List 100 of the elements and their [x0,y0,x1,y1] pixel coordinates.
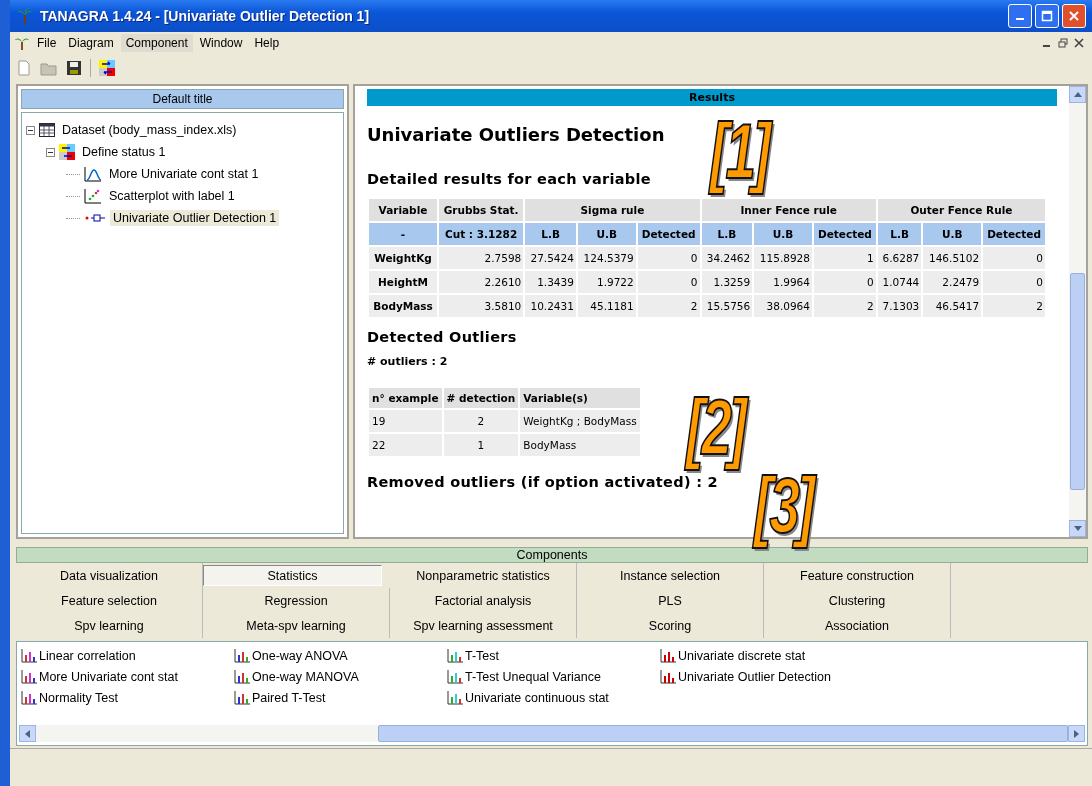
category-tab[interactable]: PLS [577,588,764,613]
chart-icon [234,690,250,705]
menu-item[interactable]: Help [249,34,285,52]
tree-item[interactable]: More Univariate cont stat 1 [106,166,262,182]
vertical-scrollbar[interactable] [1069,86,1086,537]
tool-entry[interactable]: Paired T-Test [252,690,326,705]
chart-icon [21,669,37,684]
table-cell: 2 [637,295,700,317]
column-header: Outer Fence Rule [877,199,1045,221]
chart-icon [21,648,37,663]
maximize-button[interactable] [1035,4,1059,28]
tool-entry[interactable]: Univariate Outlier Detection [678,669,831,684]
column-header: L.B [701,223,753,245]
close-button[interactable] [1062,4,1086,28]
category-tab[interactable]: Scoring [577,613,764,638]
collapse-icon[interactable] [26,125,35,135]
save-icon[interactable] [66,60,82,76]
column-header: Sigma rule [525,199,700,221]
tree-item[interactable]: Univariate Outlier Detection 1 [110,210,280,226]
table-cell: 1.3439 [525,271,576,293]
table-cell: 1.0744 [877,271,922,293]
menu-item[interactable]: Window [194,34,248,52]
scatter-plot-icon [84,188,102,204]
table-cell: WeightKg [369,247,437,269]
horizontal-scrollbar[interactable] [19,725,1085,742]
table-cell: 0 [637,271,700,293]
tree-item[interactable]: Dataset (body_mass_index.xls) [59,122,240,138]
table-cell: 0 [637,247,700,269]
collapse-icon[interactable] [46,147,55,157]
tool-entry[interactable]: One-way MANOVA [252,669,359,684]
column-header: U.B [754,223,812,245]
table-cell: 3.5810 [438,295,524,317]
column-header: n° example [369,388,442,408]
chart-icon [234,669,250,684]
column-header: Detected [813,223,876,245]
chart-icon [447,690,463,705]
results-header: Results [367,89,1057,106]
scroll-left-icon[interactable] [25,729,30,738]
category-tab[interactable]: Spv learning assessment [390,613,577,638]
column-header: L.B [877,223,922,245]
table-cell: 2.2479 [923,271,982,293]
table-cell: 2 [813,295,876,317]
tree-item[interactable]: Define status 1 [79,144,169,160]
category-tab[interactable]: Meta-spv learning [203,613,390,638]
tool-entry[interactable]: One-way ANOVA [252,648,348,663]
tool-entry[interactable]: Univariate continuous stat [465,690,609,705]
outlier-icon [84,213,106,223]
restore-icon[interactable] [1058,38,1068,48]
scroll-right-icon[interactable] [1074,729,1079,738]
tool-entry[interactable]: More Univariate cont stat [39,669,178,684]
diagram-icon[interactable] [99,60,115,76]
category-tab[interactable]: Statistics [203,565,382,586]
category-tab[interactable]: Factorial analysis [390,588,577,613]
chart-icon [21,690,37,705]
close-icon[interactable] [1074,38,1084,48]
category-tab[interactable]: Regression [203,588,390,613]
table-cell: 1 [443,434,519,456]
tool-entry[interactable]: T-Test Unequal Variance [465,669,601,684]
column-header: Detected [983,223,1045,245]
tool-entry[interactable]: T-Test [465,648,500,663]
column-header: Variable [369,199,437,221]
table-cell: 27.5424 [525,247,576,269]
table-cell: WeightKg ; BodyMass [520,410,640,432]
column-header: # detection [443,388,519,408]
table-cell: 1.9722 [577,271,636,293]
table-cell: 124.5379 [577,247,636,269]
scroll-down-icon[interactable] [1073,526,1082,531]
category-tab[interactable]: Association [764,613,951,638]
table-cell: HeightM [369,271,437,293]
minimize-button[interactable] [1008,4,1032,28]
tree-item[interactable]: Scatterplot with label 1 [106,188,238,204]
category-tab[interactable]: Feature construction [764,563,951,588]
category-tab[interactable]: Feature selection [16,588,203,613]
column-header: L.B [525,223,576,245]
column-header: Inner Fence rule [701,199,876,221]
table-cell: 7.1303 [877,295,922,317]
menu-item[interactable]: Component [120,34,193,52]
report-title: Univariate Outliers Detection [367,124,666,145]
tool-entry[interactable]: Normality Test [39,690,118,705]
category-tab[interactable]: Clustering [764,588,951,613]
table-cell: 1 [813,247,876,269]
table-cell: 1.9964 [754,271,812,293]
table-cell: 2.7598 [438,247,524,269]
table-cell: 22 [369,434,442,456]
category-tab[interactable]: Spv learning [16,613,203,638]
menu-item[interactable]: Diagram [63,34,119,52]
scroll-up-icon[interactable] [1073,92,1082,97]
table-cell: 0 [813,271,876,293]
category-tab[interactable]: Nonparametric statistics [390,563,577,588]
tool-entry[interactable]: Linear correlation [39,648,136,663]
diagram-icon [59,144,75,160]
table-cell: 10.2431 [525,295,576,317]
chart-icon [447,648,463,663]
menu-item[interactable]: File [32,34,62,52]
table-cell: 46.5417 [923,295,982,317]
table-cell: 146.5102 [923,247,982,269]
table-cell: 38.0964 [754,295,812,317]
category-tab[interactable]: Instance selection [577,563,764,588]
table-cell: BodyMass [369,295,437,317]
tool-entry[interactable]: Univariate discrete stat [678,648,806,663]
